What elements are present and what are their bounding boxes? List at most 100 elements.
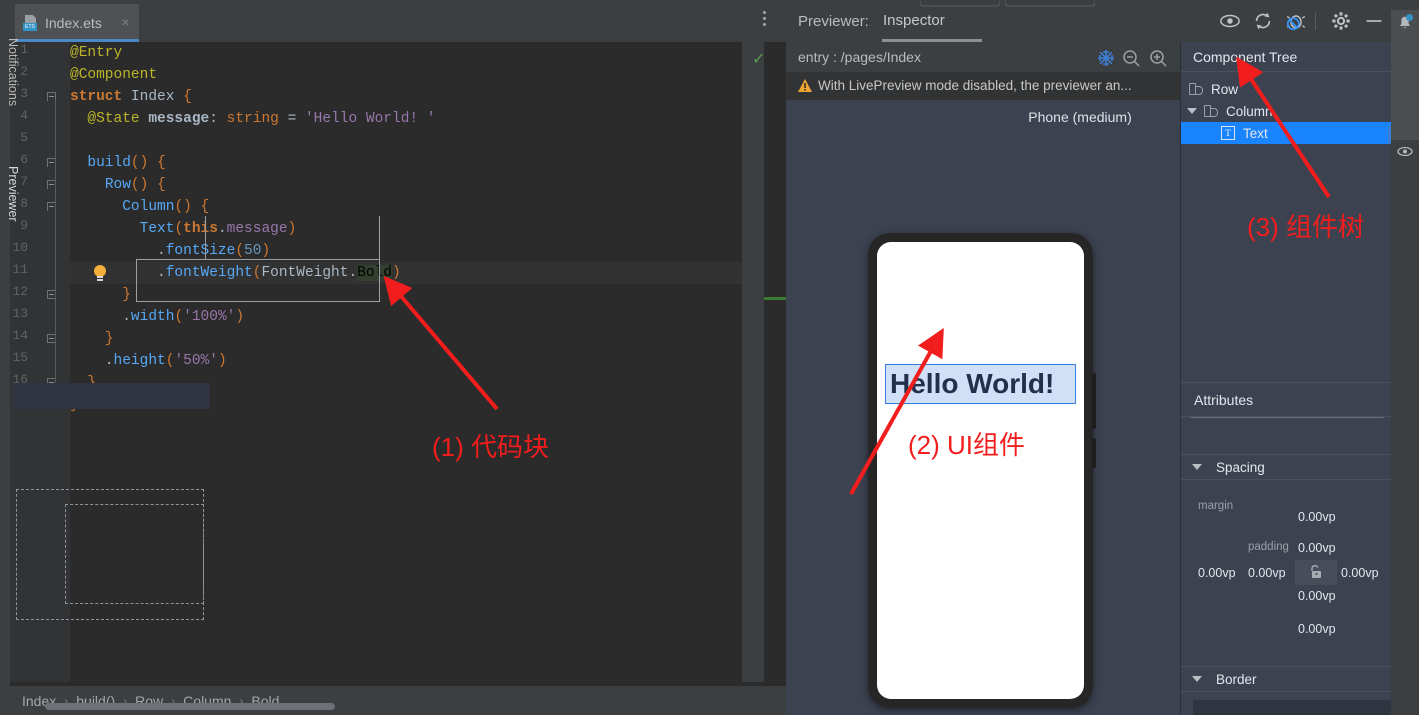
eye-icon xyxy=(1397,146,1413,157)
inspection-ok-icon[interactable]: ✓ xyxy=(752,49,765,69)
more-options-icon[interactable] xyxy=(756,11,772,31)
rail-previewer-button[interactable] xyxy=(1391,140,1419,270)
code-block-outline-upper xyxy=(205,216,380,260)
annotation-label-1: (1) 代码块 xyxy=(432,432,550,462)
zoom-out-icon[interactable] xyxy=(1121,48,1141,68)
section-label: Border xyxy=(1216,671,1257,687)
tree-item-label: Row xyxy=(1211,81,1239,97)
line-number: 12 xyxy=(12,284,28,299)
text-icon: T xyxy=(1221,126,1235,140)
rail-previewer-label: Previewer xyxy=(6,166,20,222)
annotation-label-3: (3) 组件树 xyxy=(1247,212,1365,242)
editor-tab-index-ets[interactable]: ETS Index.ets × xyxy=(15,4,139,42)
rail-notifications-label: Notifications xyxy=(6,38,20,107)
editor-tab-label: Index.ets xyxy=(45,15,102,31)
freeze-icon[interactable] xyxy=(1096,48,1116,68)
code-line-13: .width('100%') xyxy=(122,309,245,325)
section-header-border[interactable]: Border xyxy=(1181,666,1391,692)
padding-top-value[interactable]: 0.00vp xyxy=(1298,541,1336,555)
previewer-title: Previewer: xyxy=(798,13,869,30)
code-line-15: .height('50%') xyxy=(104,353,227,369)
refresh-icon[interactable] xyxy=(1252,10,1274,32)
tab-inspector[interactable]: Inspector xyxy=(883,12,945,29)
code-line-4: @State message: string = 'Hello World! ' xyxy=(87,111,436,127)
attributes-title: Attributes xyxy=(1194,392,1254,408)
phone-screen[interactable]: Hello World! xyxy=(877,242,1084,699)
chevron-down-icon xyxy=(1192,676,1202,682)
component-icon xyxy=(1204,104,1218,118)
gear-icon[interactable] xyxy=(1330,10,1352,32)
preview-text-component[interactable]: Hello World! xyxy=(885,364,1076,404)
error-stripe[interactable] xyxy=(742,42,764,682)
code-fold-icon[interactable] xyxy=(46,179,58,191)
unlock-icon xyxy=(1311,565,1321,578)
line-number: 14 xyxy=(12,328,28,343)
code-fold-icon[interactable] xyxy=(46,157,58,169)
line-number: 4 xyxy=(20,108,28,123)
code-line-8: Column() { xyxy=(122,199,210,215)
code-line-1: @Entry xyxy=(70,45,123,61)
code-fold-icon[interactable] xyxy=(46,91,58,103)
code-fold-icon[interactable] xyxy=(46,201,58,213)
tree-item-row[interactable]: Row xyxy=(1181,78,1391,100)
component-icon xyxy=(1189,82,1203,96)
padding-left-value[interactable]: 0.00vp xyxy=(1248,566,1286,580)
code-fold-icon[interactable] xyxy=(46,289,58,301)
phone-frame: Hello World! xyxy=(868,233,1096,708)
border-radius-field[interactable] xyxy=(1193,700,1391,715)
code-line-3: struct Index { xyxy=(70,89,192,105)
preview-text-label: Hello World! xyxy=(890,368,1055,399)
padding-box xyxy=(65,504,204,604)
rail-active-indicator xyxy=(1388,126,1391,144)
breadcrumb: Index › build() › Row › Column › Bold xyxy=(10,686,786,715)
code-block-outline-lower xyxy=(136,259,380,302)
tree-item-label: Text xyxy=(1243,125,1268,141)
attribute-search-input[interactable] xyxy=(13,383,210,409)
tree-item-label: Column xyxy=(1226,103,1273,119)
intention-bulb-icon[interactable] xyxy=(92,265,108,282)
ets-file-icon: ETS xyxy=(23,15,39,31)
component-tree-title: Component Tree xyxy=(1193,49,1298,65)
code-line-6: build() { xyxy=(87,155,166,171)
dock-handle-left[interactable] xyxy=(920,0,1000,8)
line-number: 13 xyxy=(12,306,28,321)
section-label: Spacing xyxy=(1216,459,1265,475)
padding-label: padding xyxy=(1248,541,1289,553)
component-tree-header: Component Tree xyxy=(1181,42,1391,72)
phone-side-button-lower xyxy=(1092,438,1096,468)
vcs-change-marker xyxy=(764,297,786,300)
section-header-spacing[interactable]: Spacing xyxy=(1181,454,1391,480)
entry-path-label: entry : /pages/Index xyxy=(798,49,921,65)
ets-badge-label: ETS xyxy=(23,23,37,31)
dock-handle-right[interactable] xyxy=(1005,0,1095,8)
code-line-2: @Component xyxy=(70,67,158,83)
chevron-down-icon xyxy=(1192,464,1202,470)
minimize-icon[interactable] xyxy=(1363,10,1385,32)
phone-side-button-upper xyxy=(1092,373,1096,429)
line-number: 5 xyxy=(20,130,28,145)
code-fold-icon[interactable] xyxy=(46,333,58,345)
chevron-down-icon[interactable] xyxy=(1187,108,1197,114)
inspector-tab-underline xyxy=(882,39,982,42)
line-number: 6 xyxy=(20,152,28,167)
padding-right-value[interactable]: 0.00vp xyxy=(1341,566,1379,580)
preview-horizontal-scrollbar[interactable] xyxy=(45,703,335,710)
margin-left-value[interactable]: 0.00vp xyxy=(1198,566,1236,580)
margin-bottom-value[interactable]: 0.00vp xyxy=(1298,622,1336,636)
header-separator xyxy=(1315,13,1316,30)
close-icon[interactable]: × xyxy=(119,15,132,29)
tree-item-column[interactable]: Column xyxy=(1181,100,1391,122)
padding-bottom-value[interactable]: 0.00vp xyxy=(1298,589,1336,603)
editor-right-gap xyxy=(764,42,786,682)
debug-disabled-icon[interactable] xyxy=(1285,10,1307,32)
code-line-12: } xyxy=(122,287,131,303)
right-tool-rail xyxy=(1391,0,1419,715)
notification-badge-dot xyxy=(1406,14,1413,21)
annotation-label-2: (2) UI组件 xyxy=(908,430,1026,460)
zoom-in-icon[interactable] xyxy=(1148,48,1168,68)
inspector-pane: Component Tree Row Column T Text Attribu… xyxy=(1181,42,1391,715)
tree-item-text[interactable]: T Text xyxy=(1181,122,1391,144)
margin-top-value[interactable]: 0.00vp xyxy=(1298,510,1336,524)
warning-message: With LivePreview mode disabled, the prev… xyxy=(818,78,1132,93)
eye-icon[interactable] xyxy=(1219,10,1241,32)
